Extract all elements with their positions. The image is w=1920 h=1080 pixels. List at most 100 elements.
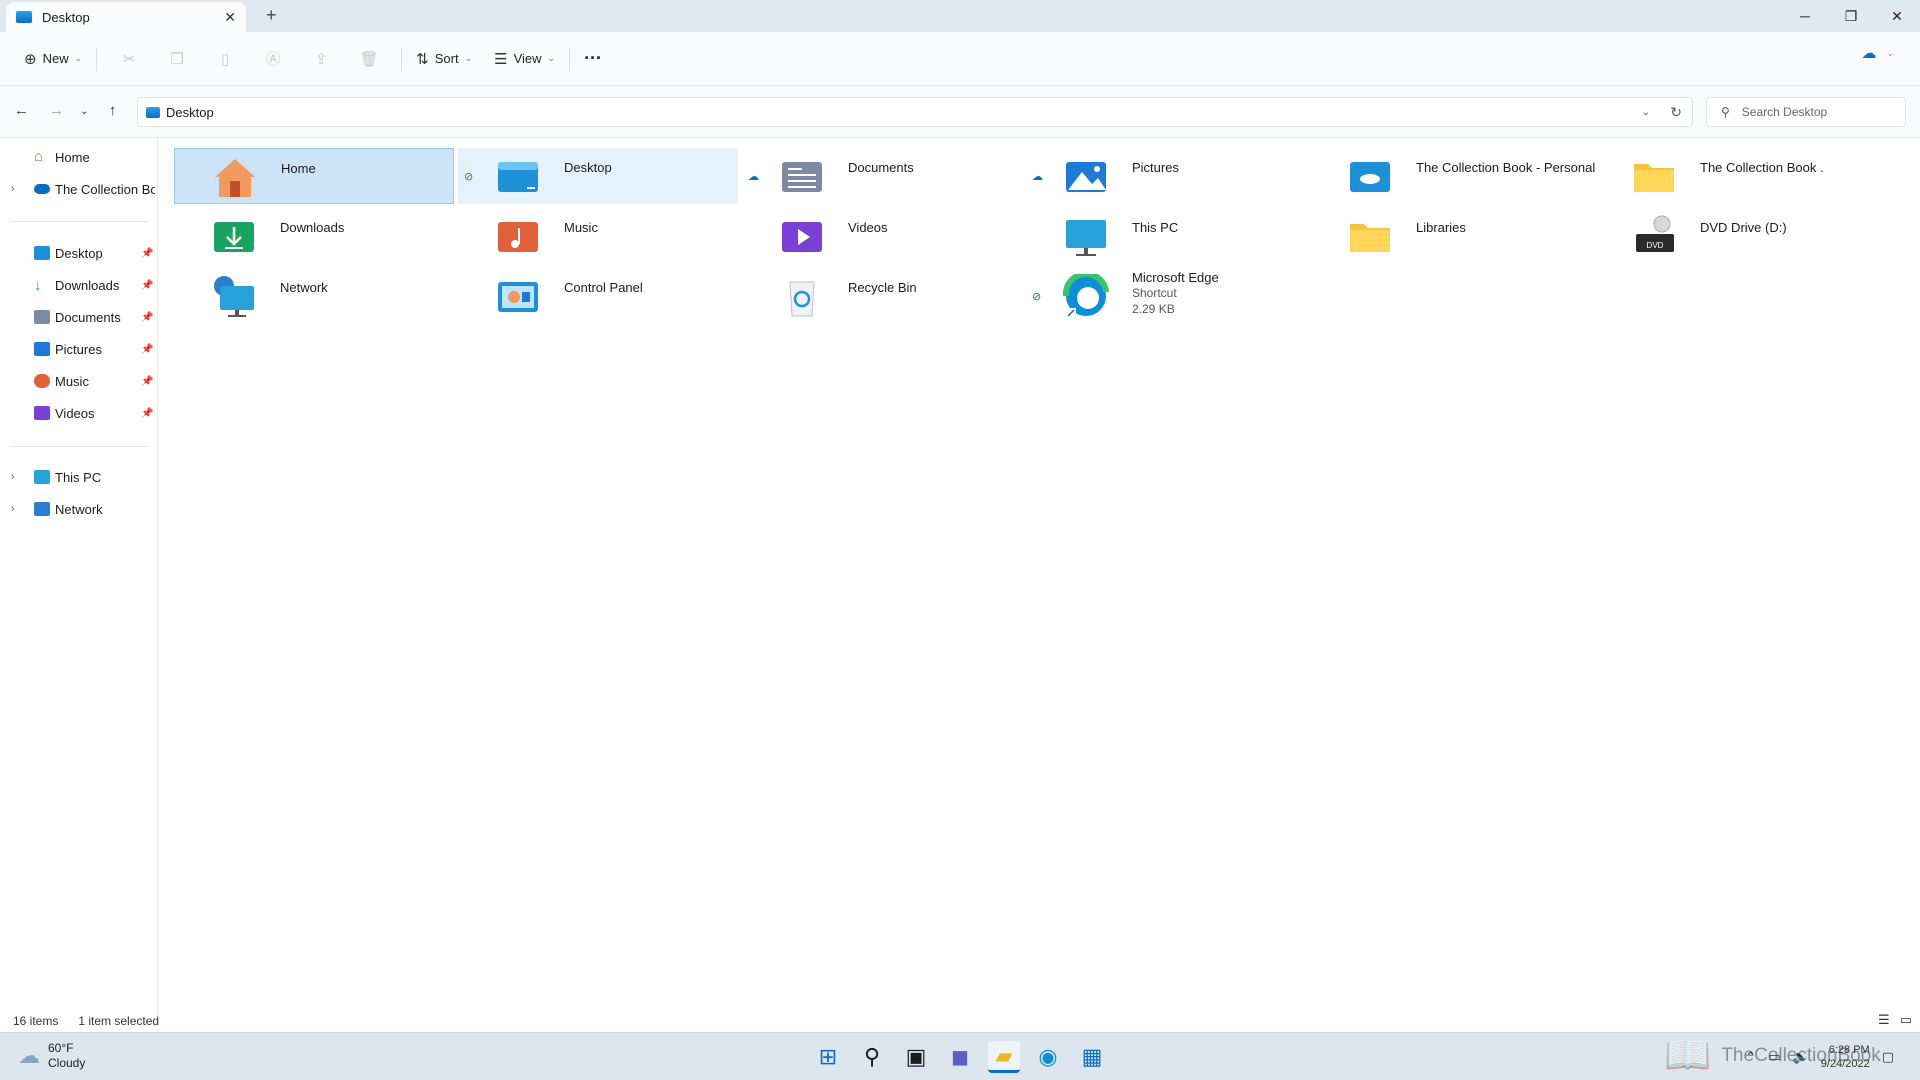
rename-icon: Ⓐ bbox=[265, 51, 281, 68]
edge-icon[interactable]: ◉ bbox=[1032, 1041, 1064, 1073]
chevron-right-icon[interactable]: › bbox=[11, 183, 15, 195]
recycle-bin-icon bbox=[789, 281, 815, 317]
breadcrumb[interactable]: Desktop bbox=[166, 105, 214, 120]
pictures-icon bbox=[34, 342, 50, 356]
chevron-down-icon[interactable]: ⌄ bbox=[1642, 107, 1650, 118]
chevron-right-icon[interactable]: › bbox=[11, 471, 15, 483]
list-item[interactable]: Downloads bbox=[174, 208, 454, 264]
music-icon bbox=[498, 222, 538, 252]
details-view-icon[interactable]: ☰ bbox=[1878, 1012, 1890, 1028]
sidebar-item-music[interactable]: Music 📌 bbox=[0, 367, 158, 395]
search-input[interactable]: ⚲ Search Desktop bbox=[1706, 97, 1906, 127]
minimize-button[interactable]: ─ bbox=[1782, 0, 1828, 32]
weather-condition: Cloudy bbox=[48, 1056, 86, 1070]
pictures-icon bbox=[1066, 162, 1106, 192]
chevron-right-icon[interactable]: › bbox=[11, 503, 15, 515]
music-icon bbox=[34, 374, 50, 388]
list-item[interactable]: The Collection Book - Personal bbox=[1310, 148, 1595, 204]
sidebar-item-downloads[interactable]: ↓ Downloads 📌 bbox=[0, 271, 158, 299]
onedrive-button[interactable]: ☁ ⌄ bbox=[1861, 44, 1894, 62]
item-name: Recycle Bin bbox=[848, 280, 917, 295]
list-item[interactable]: Network bbox=[174, 268, 454, 324]
back-arrow-icon[interactable]: ← bbox=[14, 102, 29, 119]
sidebar-item-network[interactable]: › Network bbox=[0, 495, 158, 523]
list-item[interactable]: Recycle Bin bbox=[742, 268, 1022, 324]
window-controls: ─ ❐ ✕ bbox=[1782, 0, 1920, 32]
list-item[interactable]: Control Panel bbox=[458, 268, 738, 324]
cut-button[interactable]: ✂ bbox=[105, 42, 153, 76]
weather-widget[interactable]: ☁ 60°F Cloudy bbox=[18, 1041, 85, 1071]
copy-button[interactable]: ❐ bbox=[153, 42, 201, 76]
sidebar-item-pictures[interactable]: Pictures 📌 bbox=[0, 335, 158, 363]
recent-locations-icon[interactable]: ⌄ bbox=[80, 106, 88, 117]
chat-icon[interactable]: ◼ bbox=[944, 1041, 976, 1073]
maximize-button[interactable]: ❐ bbox=[1828, 0, 1874, 32]
rename-button[interactable]: Ⓐ bbox=[249, 42, 297, 76]
notification-icon[interactable]: ▢ bbox=[1882, 1049, 1894, 1065]
list-item[interactable]: DVD DVD Drive (D:) bbox=[1594, 208, 1874, 264]
pin-icon: 📌 bbox=[141, 407, 154, 419]
sidebar-item-documents[interactable]: Documents 📌 bbox=[0, 303, 158, 331]
navigation-bar: ← → ⌄ ↑ Desktop ⌄ ↻ ⚲ Search Desktop bbox=[0, 86, 1920, 138]
list-item[interactable]: Home bbox=[174, 148, 454, 204]
sidebar-item-this-pc[interactable]: › This PC bbox=[0, 463, 158, 491]
download-icon: ↓ bbox=[34, 277, 42, 294]
list-item[interactable]: Libraries bbox=[1310, 208, 1590, 264]
sort-icon: ⇅ bbox=[416, 50, 429, 68]
divider bbox=[96, 46, 98, 71]
watermark: 📖 TheCollectionBook bbox=[1664, 1034, 1881, 1078]
file-explorer-icon[interactable]: ▰ bbox=[988, 1041, 1020, 1073]
list-item[interactable]: This PC bbox=[1026, 208, 1306, 264]
item-name: Documents bbox=[848, 160, 914, 175]
sidebar-item-videos[interactable]: Videos 📌 bbox=[0, 399, 158, 427]
sidebar-item-home[interactable]: ⌂ Home bbox=[0, 143, 158, 171]
list-item[interactable]: ☁ Pictures bbox=[1026, 148, 1306, 204]
store-icon[interactable]: ▦ bbox=[1076, 1041, 1108, 1073]
sidebar-item-onedrive[interactable]: › The Collection Boo bbox=[0, 175, 158, 203]
control-panel-icon bbox=[498, 282, 538, 312]
close-tab-button[interactable]: ✕ bbox=[224, 9, 236, 26]
this-pc-icon bbox=[1066, 220, 1106, 256]
sidebar-item-desktop[interactable]: Desktop 📌 bbox=[0, 239, 158, 267]
paste-button[interactable]: ▯ bbox=[201, 42, 249, 76]
up-arrow-icon[interactable]: ↑ bbox=[109, 102, 117, 119]
new-tab-button[interactable]: + bbox=[266, 5, 277, 26]
sidebar-item-label: Videos bbox=[55, 405, 95, 421]
task-view-icon[interactable]: ▣ bbox=[900, 1041, 932, 1073]
cloud-icon: ☁ bbox=[1861, 45, 1877, 62]
item-type: Shortcut bbox=[1132, 286, 1177, 300]
list-item[interactable]: ⊘ Desktop bbox=[458, 148, 738, 204]
item-name: The Collection Book - Personal bbox=[1416, 160, 1596, 175]
list-item[interactable]: ⊘ Microsoft Edge Shortcut 2.29 KB bbox=[1026, 268, 1306, 324]
sidebar-item-label: The Collection Boo bbox=[55, 181, 155, 197]
new-label: New bbox=[42, 51, 69, 66]
start-icon[interactable]: ⊞ bbox=[812, 1041, 844, 1073]
item-name: The Collection Book . bbox=[1700, 160, 1824, 175]
list-item[interactable]: The Collection Book . bbox=[1594, 148, 1874, 204]
sort-button[interactable]: ⇅ Sort ⌄ bbox=[410, 42, 478, 76]
list-item[interactable]: ☁ Documents bbox=[742, 148, 1022, 204]
view-button[interactable]: ☰ View ⌄ bbox=[488, 42, 561, 76]
forward-arrow-icon[interactable]: → bbox=[49, 102, 64, 119]
status-bar: 16 items 1 item selected bbox=[0, 1010, 1920, 1032]
list-item[interactable]: Music bbox=[458, 208, 738, 264]
desktop-icon bbox=[146, 106, 160, 118]
cloud-status-icon: ☁ bbox=[1032, 171, 1043, 183]
delete-button[interactable]: 🗑 bbox=[345, 42, 393, 76]
close-button[interactable]: ✕ bbox=[1874, 0, 1920, 32]
sort-label: Sort bbox=[434, 51, 459, 66]
home-icon bbox=[215, 159, 255, 197]
synced-check-icon: ⊘ bbox=[1032, 291, 1042, 303]
folder-icon bbox=[1634, 164, 1674, 192]
list-item[interactable]: Videos bbox=[742, 208, 1022, 264]
tab-desktop[interactable]: Desktop ✕ bbox=[6, 2, 246, 32]
search-icon[interactable]: ⚲ bbox=[856, 1041, 888, 1073]
share-button[interactable]: ⇪ bbox=[297, 42, 345, 76]
tiles-view-icon[interactable]: ▭ bbox=[1900, 1012, 1912, 1028]
refresh-icon[interactable]: ↻ bbox=[1670, 104, 1682, 121]
new-button[interactable]: ⊕ New ⌄ bbox=[18, 42, 88, 76]
see-more-button[interactable]: ··· bbox=[578, 42, 608, 76]
item-name: Libraries bbox=[1416, 220, 1466, 235]
divider bbox=[569, 46, 571, 71]
address-bar[interactable]: Desktop ⌄ ↻ bbox=[137, 97, 1693, 127]
